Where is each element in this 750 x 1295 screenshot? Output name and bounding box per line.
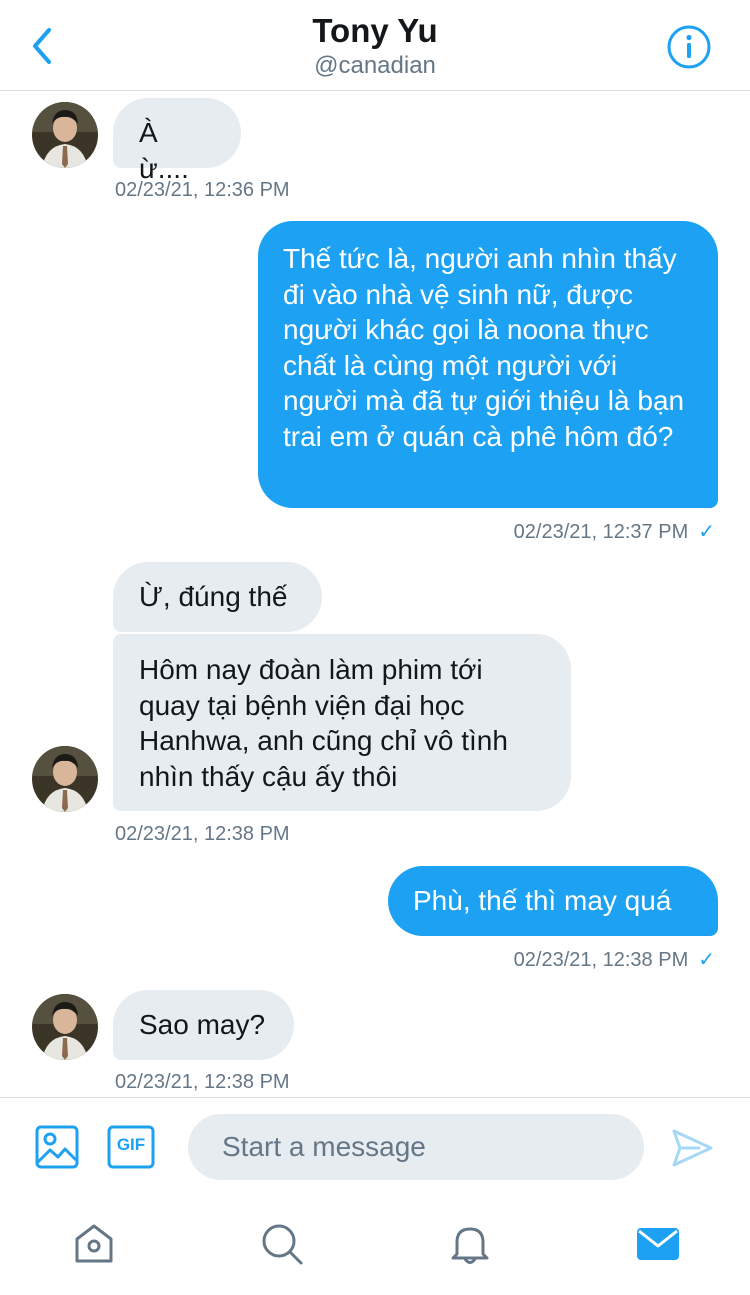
avatar-photo bbox=[32, 746, 98, 812]
read-receipt-icon: ✓ bbox=[698, 521, 715, 543]
message-bubble-incoming[interactable]: Hôm nay đoàn làm phim tới quay tại bệnh … bbox=[113, 634, 571, 811]
read-receipt-icon: ✓ bbox=[698, 949, 715, 971]
send-button[interactable] bbox=[666, 1122, 718, 1174]
message-bubble-incoming[interactable]: Sao may? bbox=[113, 990, 294, 1060]
add-photo-button[interactable] bbox=[32, 1122, 82, 1172]
info-button[interactable] bbox=[664, 22, 714, 72]
message-timestamp: 02/23/21, 12:38 PM bbox=[115, 823, 290, 845]
tab-home[interactable] bbox=[64, 1214, 124, 1274]
message-bubble-incoming[interactable]: Ừ, đúng thế bbox=[113, 562, 322, 632]
bottom-tab-bar bbox=[0, 1194, 750, 1295]
tab-search[interactable] bbox=[252, 1214, 312, 1274]
send-icon bbox=[672, 1129, 713, 1167]
info-icon bbox=[667, 25, 711, 69]
message-input[interactable] bbox=[188, 1114, 644, 1180]
contact-name: Tony Yu bbox=[312, 12, 438, 49]
conversation-header: Tony Yu @canadian bbox=[0, 0, 750, 91]
image-icon bbox=[35, 1125, 79, 1169]
message-timestamp: 02/23/21, 12:38 PM ✓ bbox=[513, 949, 715, 971]
message-composer: GIF bbox=[0, 1097, 750, 1194]
search-icon bbox=[262, 1224, 303, 1265]
tab-notifications[interactable] bbox=[440, 1214, 500, 1274]
home-icon bbox=[75, 1224, 113, 1263]
message-thread: À ừ.... 02/23/21, 12:36 PM Thế tức là, n… bbox=[0, 91, 750, 1096]
message-bubble-outgoing[interactable]: Thế tức là, người anh nhìn thấy đi vào n… bbox=[258, 221, 718, 508]
avatar-photo bbox=[32, 102, 98, 168]
bell-icon bbox=[451, 1227, 489, 1264]
message-timestamp: 02/23/21, 12:37 PM ✓ bbox=[513, 521, 715, 543]
add-gif-button[interactable]: GIF bbox=[106, 1122, 156, 1172]
avatar[interactable] bbox=[32, 746, 98, 812]
mail-icon bbox=[637, 1228, 679, 1260]
tab-messages[interactable] bbox=[628, 1214, 688, 1274]
message-timestamp: 02/23/21, 12:38 PM bbox=[115, 1071, 290, 1093]
avatar-photo bbox=[32, 994, 98, 1060]
contact-handle: @canadian bbox=[314, 52, 436, 79]
gif-label: GIF bbox=[116, 1135, 146, 1154]
message-timestamp: 02/23/21, 12:36 PM bbox=[115, 179, 290, 201]
message-bubble-incoming[interactable]: À ừ.... bbox=[113, 98, 241, 184]
message-bubble-outgoing[interactable]: Phù, thế thì may quá bbox=[388, 866, 718, 936]
avatar[interactable] bbox=[32, 102, 98, 168]
avatar[interactable] bbox=[32, 994, 98, 1060]
